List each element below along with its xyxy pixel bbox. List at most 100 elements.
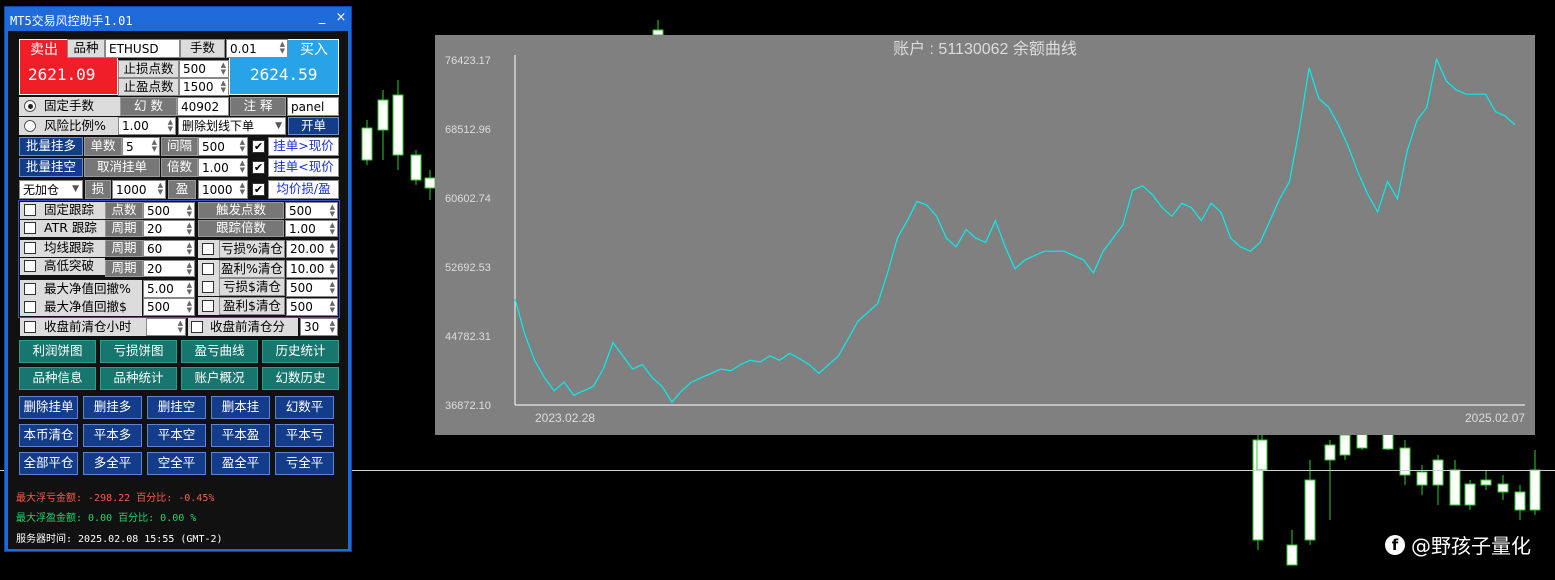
close-min-field[interactable]: 30 ▲ ▼ [300,318,338,336]
close-action-button[interactable]: 平本空 [147,424,206,447]
profit-usd-checkbox[interactable] [202,300,214,312]
close-action-button[interactable]: 幻数平 [275,396,334,419]
close-action-button[interactable]: 平本亏 [275,424,334,447]
close-icon[interactable]: × [334,10,348,25]
hilo-checkbox[interactable] [24,260,36,272]
below-checkbox[interactable]: ✔ [252,161,265,174]
profit-pct-checkbox[interactable] [202,263,214,275]
avg-label[interactable]: 均价损/盈 [268,180,339,199]
order-type-select[interactable]: 删除划线下单 ▼ [178,117,286,135]
above-label[interactable]: 挂单>现价 [268,137,339,156]
mult-field[interactable]: 1.00 ▲ ▼ [198,158,248,177]
close-action-button[interactable]: 空全平 [147,452,206,475]
spin-icon[interactable]: ▲▼ [280,41,285,55]
report-button[interactable]: 亏损饼图 [100,340,177,363]
magic-field[interactable]: 40902 [177,97,229,116]
spin-icon[interactable]: ▲▼ [221,80,226,94]
spin-icon[interactable]: ▲▼ [221,62,226,76]
atr-trail-checkbox[interactable] [24,222,36,234]
close-action-button[interactable]: 本币清仓 [19,424,78,447]
loss-usd-field[interactable]: 500 ▲ ▼ [286,279,338,297]
fixed-trail-checkbox[interactable] [24,204,36,216]
above-checkbox[interactable]: ✔ [252,140,265,153]
close-action-button[interactable]: 盈全平 [211,452,270,475]
count-field[interactable]: 5 ▲ ▼ [122,137,160,156]
add-position-select[interactable]: 无加仓 ▼ [19,180,83,199]
max-dd-pct-checkbox[interactable] [24,283,36,295]
batch-short-button[interactable]: 批量挂空 [19,158,83,177]
report-button[interactable]: 利润饼图 [19,340,96,363]
fixed-lots-radio[interactable] [24,100,36,112]
minimize-icon[interactable]: _ [315,10,329,25]
sl-field[interactable]: 500 ▲ ▼ [179,60,229,78]
risk-field[interactable]: 1.00 ▲ ▼ [118,117,176,135]
spin-icon[interactable]: ▲▼ [187,204,192,218]
report-button[interactable]: 品种信息 [19,367,96,390]
spin-icon[interactable]: ▲▼ [187,242,192,256]
spin-icon[interactable]: ▲▼ [330,204,335,218]
spin-icon[interactable]: ▲▼ [330,262,335,276]
spin-icon[interactable]: ▲▼ [158,182,163,196]
spin-icon[interactable]: ▲▼ [330,300,335,314]
comment-field[interactable]: panel [287,97,339,116]
trigger-field[interactable]: 500 ▲ ▼ [285,202,338,219]
close-min-checkbox[interactable] [191,321,203,333]
spin-icon[interactable]: ▲▼ [187,282,192,296]
report-button[interactable]: 幻数历史 [262,367,339,390]
spin-icon[interactable]: ▲▼ [187,262,192,276]
max-dd-pct-field[interactable]: 5.00 ▲ ▼ [143,280,195,298]
profit-field[interactable]: 1000 ▲ ▼ [198,180,248,199]
close-action-button[interactable]: 删除挂单 [19,396,78,419]
close-hour-checkbox[interactable] [24,321,36,333]
avg-checkbox[interactable]: ✔ [252,183,265,196]
close-action-button[interactable]: 删挂空 [147,396,206,419]
gap-field[interactable]: 500 ▲ ▼ [198,137,248,156]
close-action-button[interactable]: 删本挂 [211,396,270,419]
spin-icon[interactable]: ▲▼ [330,320,335,334]
symbol-field[interactable]: ETHUSD [105,39,180,58]
open-order-button[interactable]: 开单 [288,117,339,135]
spin-icon[interactable]: ▲▼ [330,281,335,295]
close-action-button[interactable]: 亏全平 [275,452,334,475]
ma-period-field[interactable]: 60 ▲ ▼ [143,240,195,257]
lots-field-overlay[interactable]: 0.01 ▲ ▼ [226,39,288,58]
close-action-button[interactable]: 多全平 [83,452,142,475]
atr-mult-field[interactable]: 1.00 ▲ ▼ [285,220,338,237]
spin-icon[interactable]: ▲▼ [330,242,335,256]
spin-icon[interactable]: ▲▼ [240,139,245,153]
close-action-button[interactable]: 全部平仓 [19,452,78,475]
points-field[interactable]: 500 ▲ ▼ [143,202,195,219]
loss-usd-checkbox[interactable] [202,281,214,293]
spin-icon[interactable]: ▲▼ [168,119,173,133]
close-action-button[interactable]: 平本盈 [211,424,270,447]
spin-icon[interactable]: ▲▼ [152,139,157,153]
close-action-button[interactable]: 平本多 [83,424,142,447]
spin-icon[interactable]: ▲▼ [187,300,192,314]
report-button[interactable]: 盈亏曲线 [181,340,258,363]
spin-icon[interactable]: ▲▼ [240,182,245,196]
ma-trail-checkbox[interactable] [24,242,36,254]
loss-field[interactable]: 1000 ▲ ▼ [112,180,166,199]
loss-pct-field[interactable]: 20.00 ▲ ▼ [286,240,338,258]
spin-icon[interactable]: ▲▼ [178,320,183,334]
max-dd-usd-field[interactable]: 500 ▲ ▼ [143,298,195,316]
tp-field[interactable]: 1500 ▲ ▼ [179,78,229,96]
atr-period-field[interactable]: 20 ▲ ▼ [143,220,195,237]
profit-usd-field[interactable]: 500 ▲ ▼ [286,298,338,316]
hilo-period-field[interactable]: 20 ▲ ▼ [143,260,195,277]
batch-long-button[interactable]: 批量挂多 [19,137,83,156]
cancel-pending-button[interactable]: 取消挂单 [84,158,160,177]
report-button[interactable]: 历史统计 [262,340,339,363]
risk-pct-radio[interactable] [24,120,36,132]
below-label[interactable]: 挂单<现价 [268,158,339,177]
close-action-button[interactable]: 删挂多 [83,396,142,419]
profit-pct-field[interactable]: 10.00 ▲ ▼ [286,260,338,278]
close-hour-field[interactable]: ▲ ▼ [146,318,186,336]
report-button[interactable]: 品种统计 [100,367,177,390]
spin-icon[interactable]: ▲▼ [240,160,245,174]
spin-icon[interactable]: ▲▼ [330,222,335,236]
max-dd-usd-checkbox[interactable] [24,301,36,313]
title-bar[interactable]: MT5交易风控助手1.01 _ × [5,7,351,31]
report-button[interactable]: 账户概况 [181,367,258,390]
spin-icon[interactable]: ▲▼ [187,222,192,236]
